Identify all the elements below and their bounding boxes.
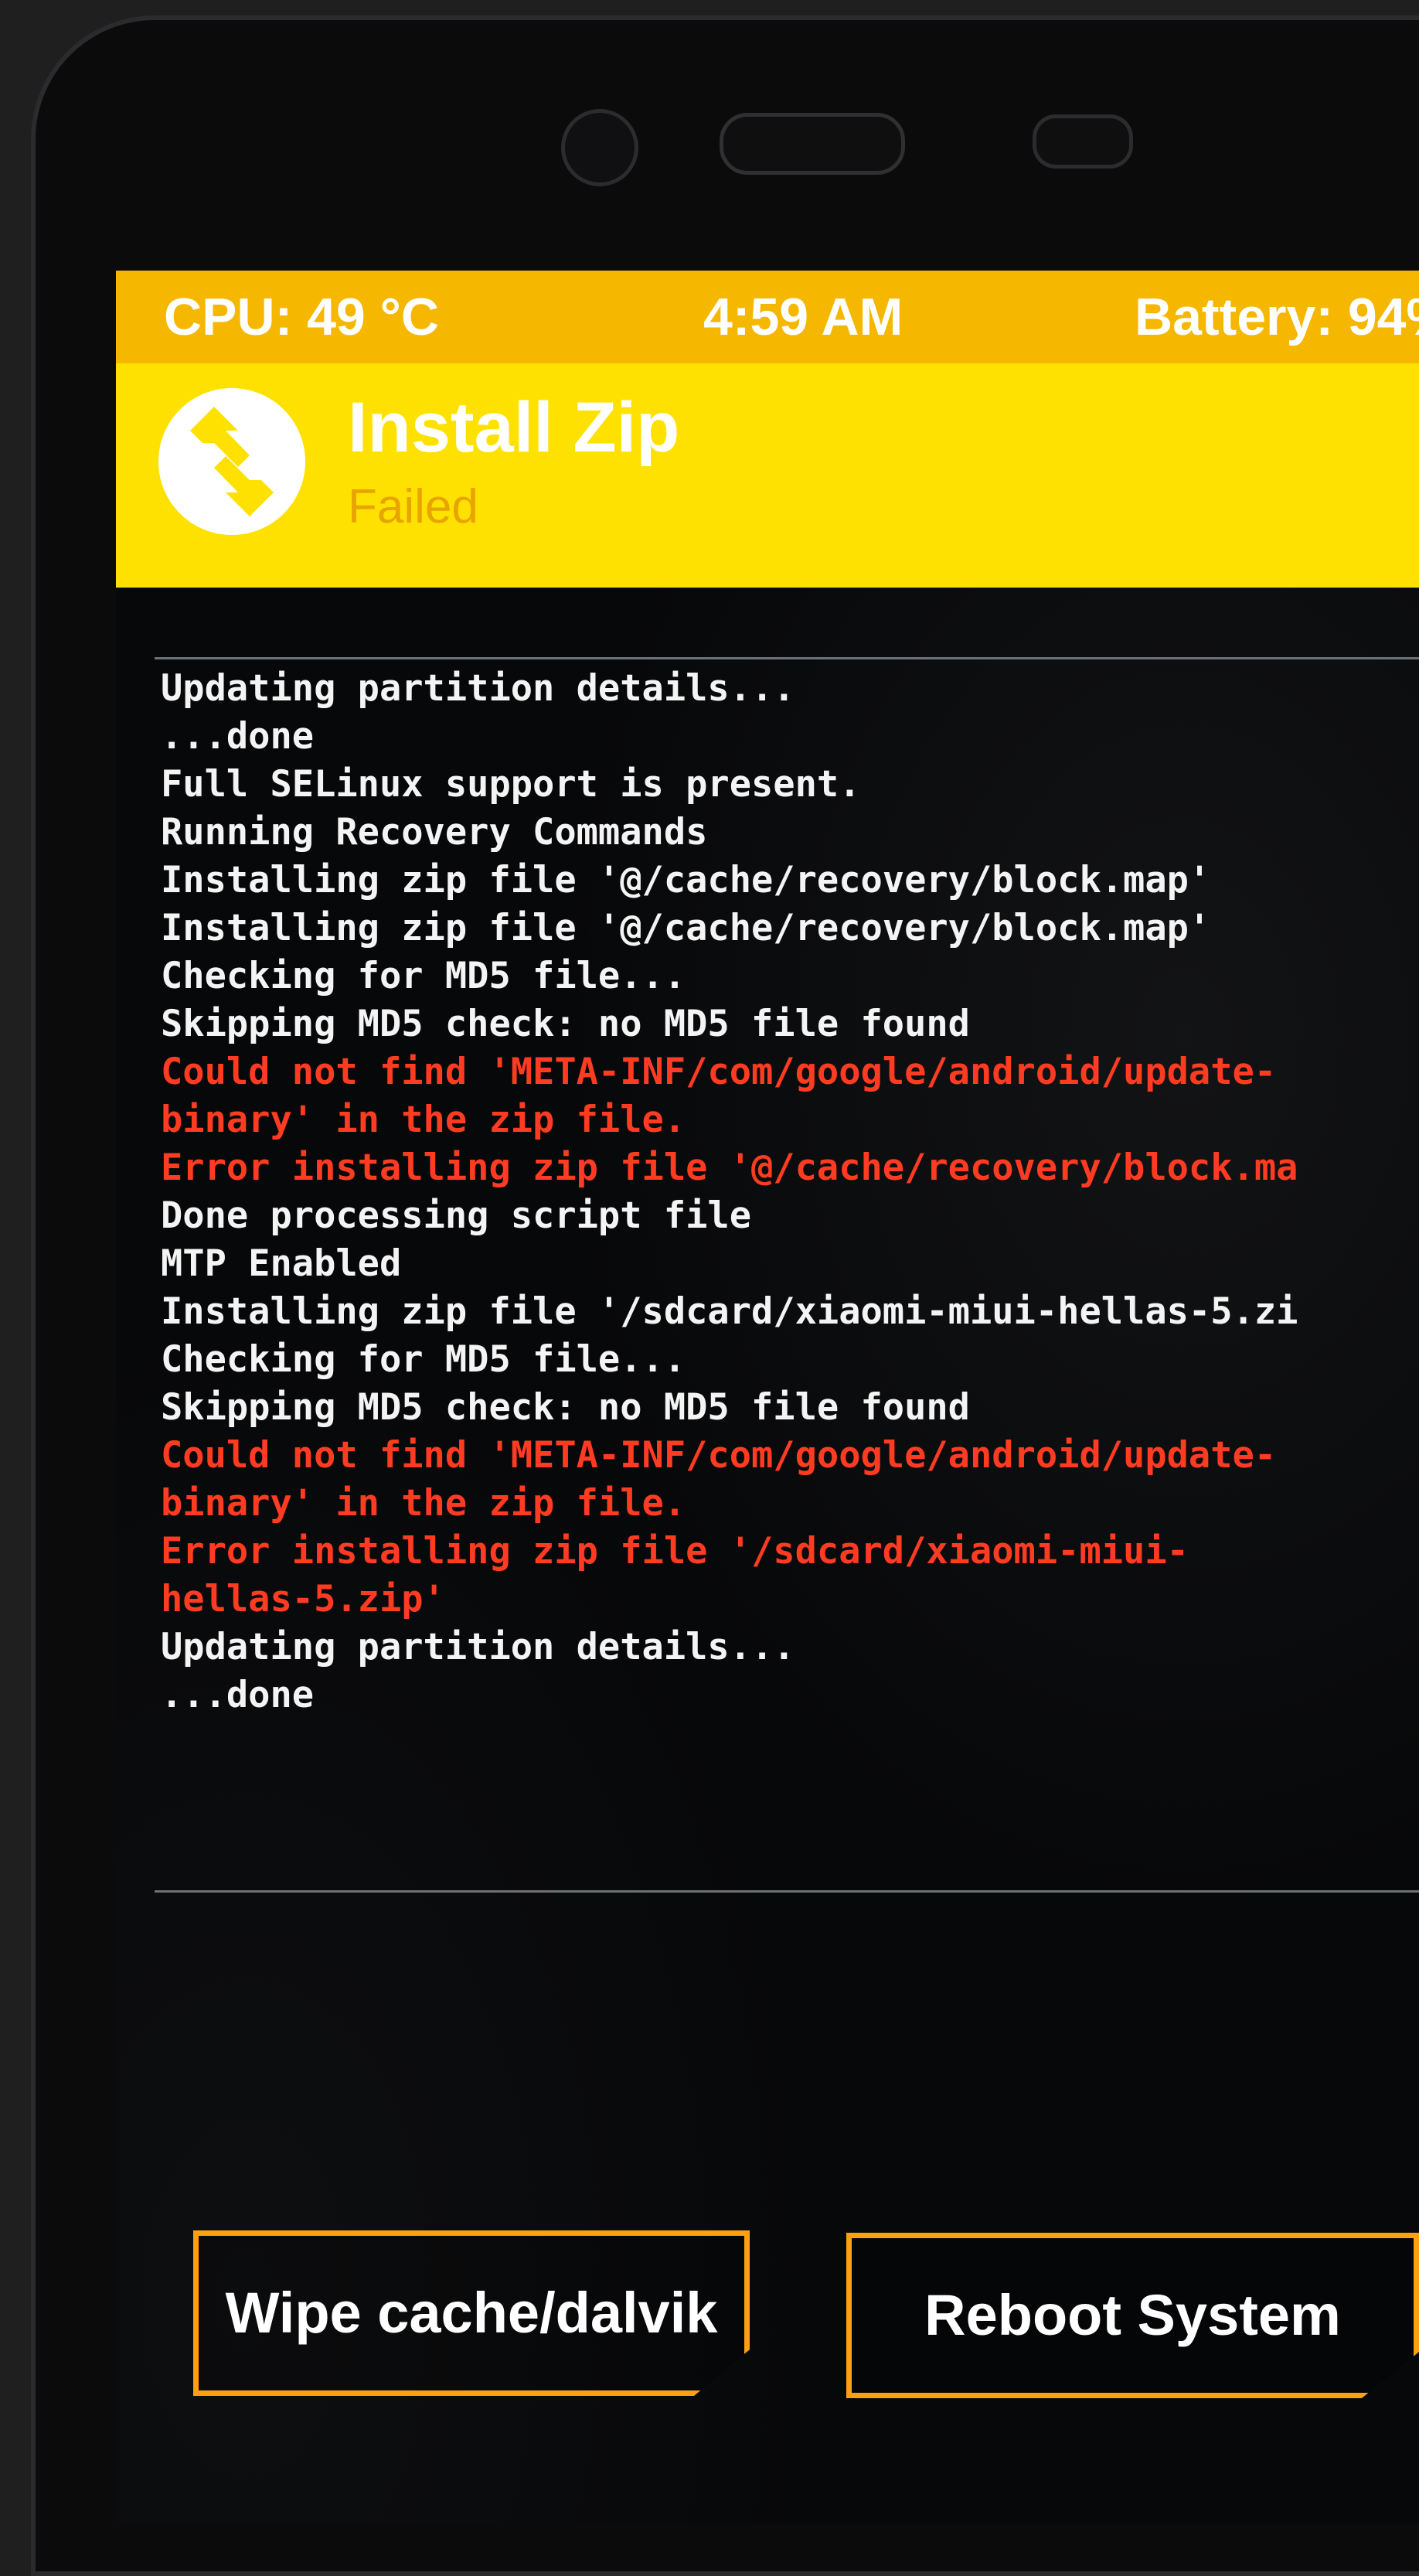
console-error-line: binary' in the zip file. [161,1482,686,1525]
recovery-screen: CPU: 49 °C 4:59 AM Battery: 94% Install … [116,271,1419,2523]
console-line: Skipping MD5 check: no MD5 file found [161,1003,970,1045]
twrp-logo-icon [158,388,305,535]
console-error-line: binary' in the zip file. [161,1099,686,1141]
wipe-cache-dalvik-button[interactable]: Wipe cache/dalvik [193,2230,750,2396]
console-line: ...done [161,1674,315,1716]
install-status: Failed [348,480,478,533]
proximity-sensor [1033,114,1133,169]
console-bottom-divider [155,1890,1419,1893]
reboot-system-label: Reboot System [924,2283,1341,2347]
reboot-system-button[interactable]: Reboot System [846,2233,1419,2398]
console-line: Done processing script file [161,1194,752,1237]
console-line: Checking for MD5 file... [161,1338,686,1381]
console-error-line: Error installing zip file '/sdcard/xiaom… [161,1530,1189,1573]
console-error-line: hellas-5.zip' [161,1578,445,1620]
console-error-line: Could not find 'META-INF/com/google/andr… [161,1434,1277,1477]
front-camera [561,109,638,186]
console-error-line: Error installing zip file '@/cache/recov… [161,1147,1298,1189]
console-line: Skipping MD5 check: no MD5 file found [161,1386,970,1429]
battery-level: Battery: 94% [1135,288,1419,346]
recovery-console: Updating partition details... ...done Fu… [161,665,1419,1879]
console-line: Updating partition details... [161,1626,795,1668]
wipe-cache-dalvik-label: Wipe cache/dalvik [225,2281,718,2345]
console-line: Installing zip file '@/cache/recovery/bl… [161,859,1211,901]
console-error-line: Could not find 'META-INF/com/google/andr… [161,1051,1277,1093]
console-line: Running Recovery Commands [161,811,708,854]
console-line: Full SELinux support is present. [161,763,861,806]
console-line: Installing zip file '@/cache/recovery/bl… [161,907,1211,949]
earpiece-speaker [720,113,905,175]
console-line: Updating partition details... [161,667,795,710]
console-line: Checking for MD5 file... [161,955,686,997]
page-title: Install Zip [348,388,680,467]
console-line: MTP Enabled [161,1242,402,1285]
status-bar: CPU: 49 °C 4:59 AM Battery: 94% [116,271,1419,363]
page-header: Install Zip Failed [116,363,1419,588]
console-top-divider [155,657,1419,659]
status-time: 4:59 AM [703,288,903,346]
cpu-temperature: CPU: 49 °C [164,288,439,346]
console-line: Installing zip file '/sdcard/xiaomi-miui… [161,1290,1298,1333]
console-line: ...done [161,715,315,758]
